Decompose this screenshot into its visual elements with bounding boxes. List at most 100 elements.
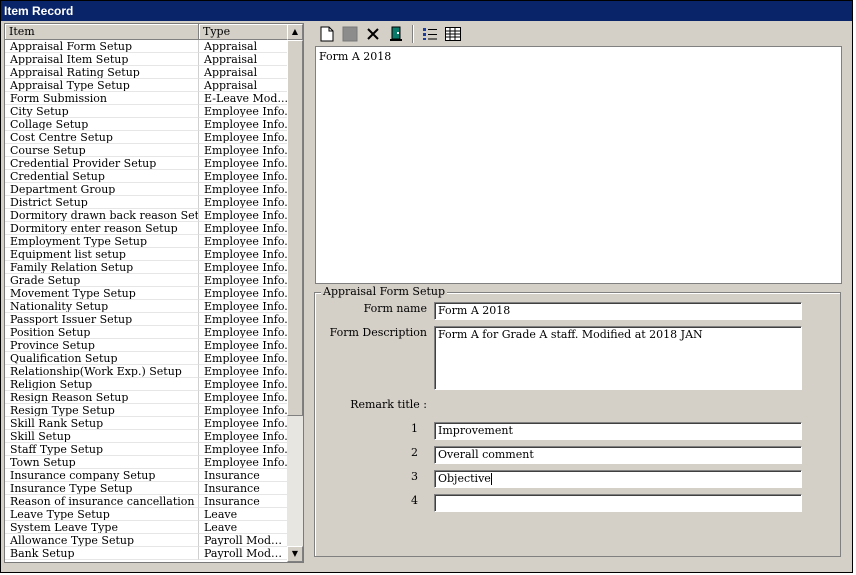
item-cell: Cost Centre Setup: [5, 131, 199, 144]
scroll-up-button[interactable]: ▲: [287, 24, 303, 40]
remark-field-4[interactable]: [434, 494, 802, 512]
table-row[interactable]: Leave Type Setup Leave: [5, 508, 289, 521]
table-row[interactable]: System Leave Type Leave: [5, 521, 289, 534]
item-cell: Passport Issuer Setup: [5, 313, 199, 326]
type-cell: Employee Info.: [199, 118, 289, 131]
table-row[interactable]: Relationship(Work Exp.) Setup Employee In…: [5, 365, 289, 378]
form-description-field[interactable]: Form A for Grade A staff. Modified at 20…: [434, 326, 802, 390]
item-cell: Form Submission: [5, 92, 199, 105]
item-cell: Staff Type Setup: [5, 443, 199, 456]
table-row[interactable]: Appraisal Item Setup Appraisal: [5, 53, 289, 66]
table-row[interactable]: Appraisal Form Setup Appraisal: [5, 40, 289, 53]
exit-icon[interactable]: [386, 24, 406, 44]
form-name-label: Form name: [363, 302, 427, 315]
item-cell: Religion Setup: [5, 378, 199, 391]
type-cell: Employee Info.: [199, 131, 289, 144]
table-row[interactable]: Insurance Type Setup Insurance: [5, 482, 289, 495]
table-row[interactable]: Movement Type Setup Employee Info.: [5, 287, 289, 300]
table-row[interactable]: Position Setup Employee Info.: [5, 326, 289, 339]
table-row[interactable]: Appraisal Rating Setup Appraisal: [5, 66, 289, 79]
form-list[interactable]: Form A 2018: [315, 46, 842, 284]
table-row[interactable]: Cost Centre Setup Employee Info.: [5, 131, 289, 144]
item-cell: Leave Type Setup: [5, 508, 199, 521]
table-row[interactable]: Bank Setup Payroll Module: [5, 547, 289, 560]
item-cell: Course Setup: [5, 144, 199, 157]
item-cell: Insurance Type Setup: [5, 482, 199, 495]
table-row[interactable]: Resign Type Setup Employee Info.: [5, 404, 289, 417]
remark-number-1: 1: [411, 422, 418, 435]
item-list[interactable]: Item Type Appraisal Form Setup Appraisal A…: [4, 23, 304, 563]
table-row[interactable]: Insurance company Setup Insurance: [5, 469, 289, 482]
item-cell: Province Setup: [5, 339, 199, 352]
delete-icon[interactable]: [363, 24, 383, 44]
item-cell: Insurance company Setup: [5, 469, 199, 482]
table-row[interactable]: Credential Setup Employee Info.: [5, 170, 289, 183]
new-icon[interactable]: [317, 24, 337, 44]
item-cell: Resign Reason Setup: [5, 391, 199, 404]
table-row[interactable]: Dormitory enter reason Setup Employee Inf…: [5, 222, 289, 235]
table-row[interactable]: Staff Type Setup Employee Info.: [5, 443, 289, 456]
table-row[interactable]: Collage Setup Employee Info.: [5, 118, 289, 131]
table-row[interactable]: Equipment list setup Employee Info.: [5, 248, 289, 261]
type-cell: Payroll Module: [199, 534, 289, 547]
type-cell: Employee Info.: [199, 248, 289, 261]
table-row[interactable]: Reason of insurance cancellation SetupIn…: [5, 495, 289, 508]
table-row[interactable]: Passport Issuer Setup Employee Info.: [5, 313, 289, 326]
item-cell: Resign Type Setup: [5, 404, 199, 417]
table-row[interactable]: Course Setup Employee Info.: [5, 144, 289, 157]
table-row[interactable]: Skill Rank Setup Employee Info.: [5, 417, 289, 430]
table-row[interactable]: Province Setup Employee Info.: [5, 339, 289, 352]
table-row[interactable]: Qualification Setup Employee Info.: [5, 352, 289, 365]
detail-view-icon[interactable]: [443, 24, 463, 44]
form-name-field[interactable]: Form A 2018: [434, 302, 802, 320]
table-row[interactable]: Town Setup Employee Info.: [5, 456, 289, 469]
type-cell: Employee Info.: [199, 196, 289, 209]
type-cell: Employee Info.: [199, 300, 289, 313]
remark-number-4: 4: [411, 494, 418, 507]
type-cell: Appraisal: [199, 79, 289, 92]
table-row[interactable]: Grade Setup Employee Info.: [5, 274, 289, 287]
table-row[interactable]: Resign Reason Setup Employee Info.: [5, 391, 289, 404]
type-cell: Employee Info.: [199, 274, 289, 287]
item-cell: Department Group: [5, 183, 199, 196]
item-cell: Bank Setup: [5, 547, 199, 560]
table-row[interactable]: Department Group Employee Info.: [5, 183, 289, 196]
type-cell: Employee Info.: [199, 287, 289, 300]
item-cell: Skill Setup: [5, 430, 199, 443]
table-row[interactable]: Family Relation Setup Employee Info.: [5, 261, 289, 274]
table-row[interactable]: Appraisal Type Setup Appraisal: [5, 79, 289, 92]
table-row[interactable]: District Setup Employee Info.: [5, 196, 289, 209]
table-row[interactable]: Credential Provider Setup Employee Info.: [5, 157, 289, 170]
list-view-icon[interactable]: [420, 24, 440, 44]
type-cell: Employee Info.: [199, 456, 289, 469]
table-row[interactable]: Nationality Setup Employee Info.: [5, 300, 289, 313]
form-list-item[interactable]: Form A 2018: [319, 50, 391, 63]
table-row[interactable]: Allowance Type Setup Payroll Module: [5, 534, 289, 547]
item-cell: Grade Setup: [5, 274, 199, 287]
type-cell: Employee Info.: [199, 430, 289, 443]
item-cell: Credential Setup: [5, 170, 199, 183]
type-cell: Employee Info.: [199, 170, 289, 183]
remark-field-3-text: Objective: [438, 472, 491, 485]
save-icon[interactable]: [340, 24, 360, 44]
column-header-type[interactable]: Type: [199, 24, 289, 40]
column-header-item[interactable]: Item: [5, 24, 199, 40]
type-cell: Employee Info.: [199, 235, 289, 248]
type-cell: Appraisal: [199, 40, 289, 53]
remark-field-3[interactable]: Objective: [434, 470, 802, 488]
type-cell: Employee Info.: [199, 352, 289, 365]
item-cell: Family Relation Setup: [5, 261, 199, 274]
list-scrollbar[interactable]: ▲ ▼: [287, 24, 303, 562]
table-row[interactable]: Skill Setup Employee Info.: [5, 430, 289, 443]
item-cell: Appraisal Rating Setup: [5, 66, 199, 79]
table-row[interactable]: Form Submission E-Leave Mod...: [5, 92, 289, 105]
scroll-thumb[interactable]: [287, 40, 303, 416]
scroll-down-button[interactable]: ▼: [287, 546, 303, 562]
table-row[interactable]: Dormitory drawn back reason Setup Employe…: [5, 209, 289, 222]
item-cell: Relationship(Work Exp.) Setup: [5, 365, 199, 378]
table-row[interactable]: Religion Setup Employee Info.: [5, 378, 289, 391]
remark-field-1[interactable]: Improvement: [434, 422, 802, 440]
remark-field-2[interactable]: Overall comment: [434, 446, 802, 464]
table-row[interactable]: Employment Type Setup Employee Info.: [5, 235, 289, 248]
table-row[interactable]: City Setup Employee Info.: [5, 105, 289, 118]
